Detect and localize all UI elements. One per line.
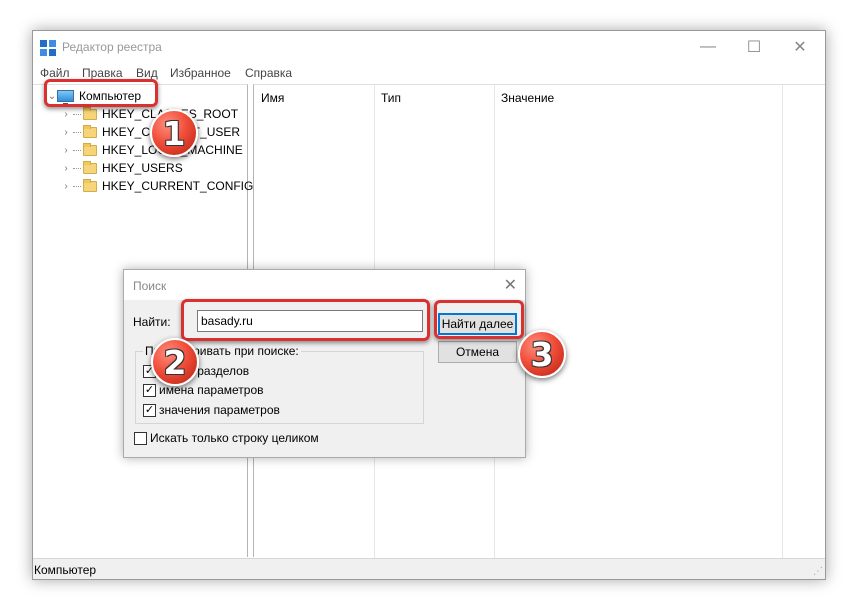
folder-icon — [83, 124, 97, 138]
dialog-close-button[interactable]: ✕ — [504, 275, 517, 295]
chevron-right-icon[interactable]: › — [61, 127, 71, 138]
option-whole-string[interactable]: Искать только строку целиком — [134, 431, 319, 445]
tree-item-hkcc[interactable]: › HKEY_CURRENT_CONFIG — [61, 177, 253, 195]
menu-file[interactable]: Файл — [40, 66, 70, 80]
dialog-title: Поиск — [133, 279, 167, 293]
tree-connector — [73, 149, 81, 151]
column-divider[interactable] — [782, 85, 783, 558]
folder-icon — [83, 160, 97, 174]
status-bar: Компьютер ⋰ — [33, 558, 825, 579]
registry-editor-icon — [40, 40, 56, 56]
close-button[interactable]: ✕ — [777, 31, 823, 63]
tree-item-hkcr[interactable]: › HKEY_CLASSES_ROOT — [61, 105, 238, 123]
chevron-right-icon[interactable]: › — [61, 109, 71, 120]
highlight-computer-node — [44, 79, 158, 107]
tree-connector — [73, 131, 81, 133]
chevron-right-icon[interactable]: › — [61, 145, 71, 156]
checkbox-unchecked-icon[interactable] — [134, 431, 147, 445]
option-value-names[interactable]: ✓ имена параметров — [143, 383, 264, 397]
menu-edit[interactable]: Правка — [82, 66, 123, 80]
folder-icon — [83, 178, 97, 192]
tree-item-label: HKEY_CURRENT_CONFIG — [102, 179, 254, 193]
option-label: Искать только строку целиком — [150, 431, 319, 445]
option-value-data[interactable]: ✓ значения параметров — [143, 403, 280, 417]
chevron-right-icon[interactable]: › — [61, 163, 71, 174]
highlight-find-next-button — [434, 300, 524, 339]
tree-connector — [73, 167, 81, 169]
menu-favorites[interactable]: Избранное — [170, 66, 231, 80]
tree-connector — [73, 185, 81, 187]
option-label: значения параметров — [159, 403, 280, 417]
status-path: Компьютер — [34, 563, 97, 577]
column-header-type[interactable]: Тип — [381, 91, 401, 105]
callout-badge-3: 3 — [518, 330, 566, 378]
tree-connector — [73, 113, 81, 115]
column-header-value[interactable]: Значение — [501, 91, 554, 105]
callout-badge-2: 2 — [151, 338, 199, 386]
column-header-name[interactable]: Имя — [261, 91, 284, 105]
menu-view[interactable]: Вид — [136, 66, 158, 80]
tree-item-hku[interactable]: › HKEY_USERS — [61, 159, 183, 177]
folder-icon — [83, 142, 97, 156]
title-bar[interactable]: Редактор реестра — ☐ ✕ — [33, 31, 825, 63]
resize-grip-icon[interactable]: ⋰ — [813, 566, 823, 577]
dialog-title-bar[interactable]: Поиск ✕ — [124, 270, 525, 300]
tree-item-label: HKEY_USERS — [102, 161, 183, 175]
find-label: Найти: — [133, 315, 171, 329]
checkbox-checked-icon[interactable]: ✓ — [143, 383, 156, 397]
window-title: Редактор реестра — [62, 40, 162, 54]
highlight-find-input — [181, 299, 430, 341]
checkbox-checked-icon[interactable]: ✓ — [143, 403, 156, 417]
minimize-button[interactable]: — — [685, 31, 731, 63]
cancel-button[interactable]: Отмена — [438, 341, 517, 363]
folder-icon — [83, 106, 97, 120]
maximize-button[interactable]: ☐ — [731, 31, 777, 63]
menu-help[interactable]: Справка — [245, 66, 292, 80]
chevron-right-icon[interactable]: › — [61, 181, 71, 192]
callout-badge-1: 1 — [150, 109, 198, 157]
